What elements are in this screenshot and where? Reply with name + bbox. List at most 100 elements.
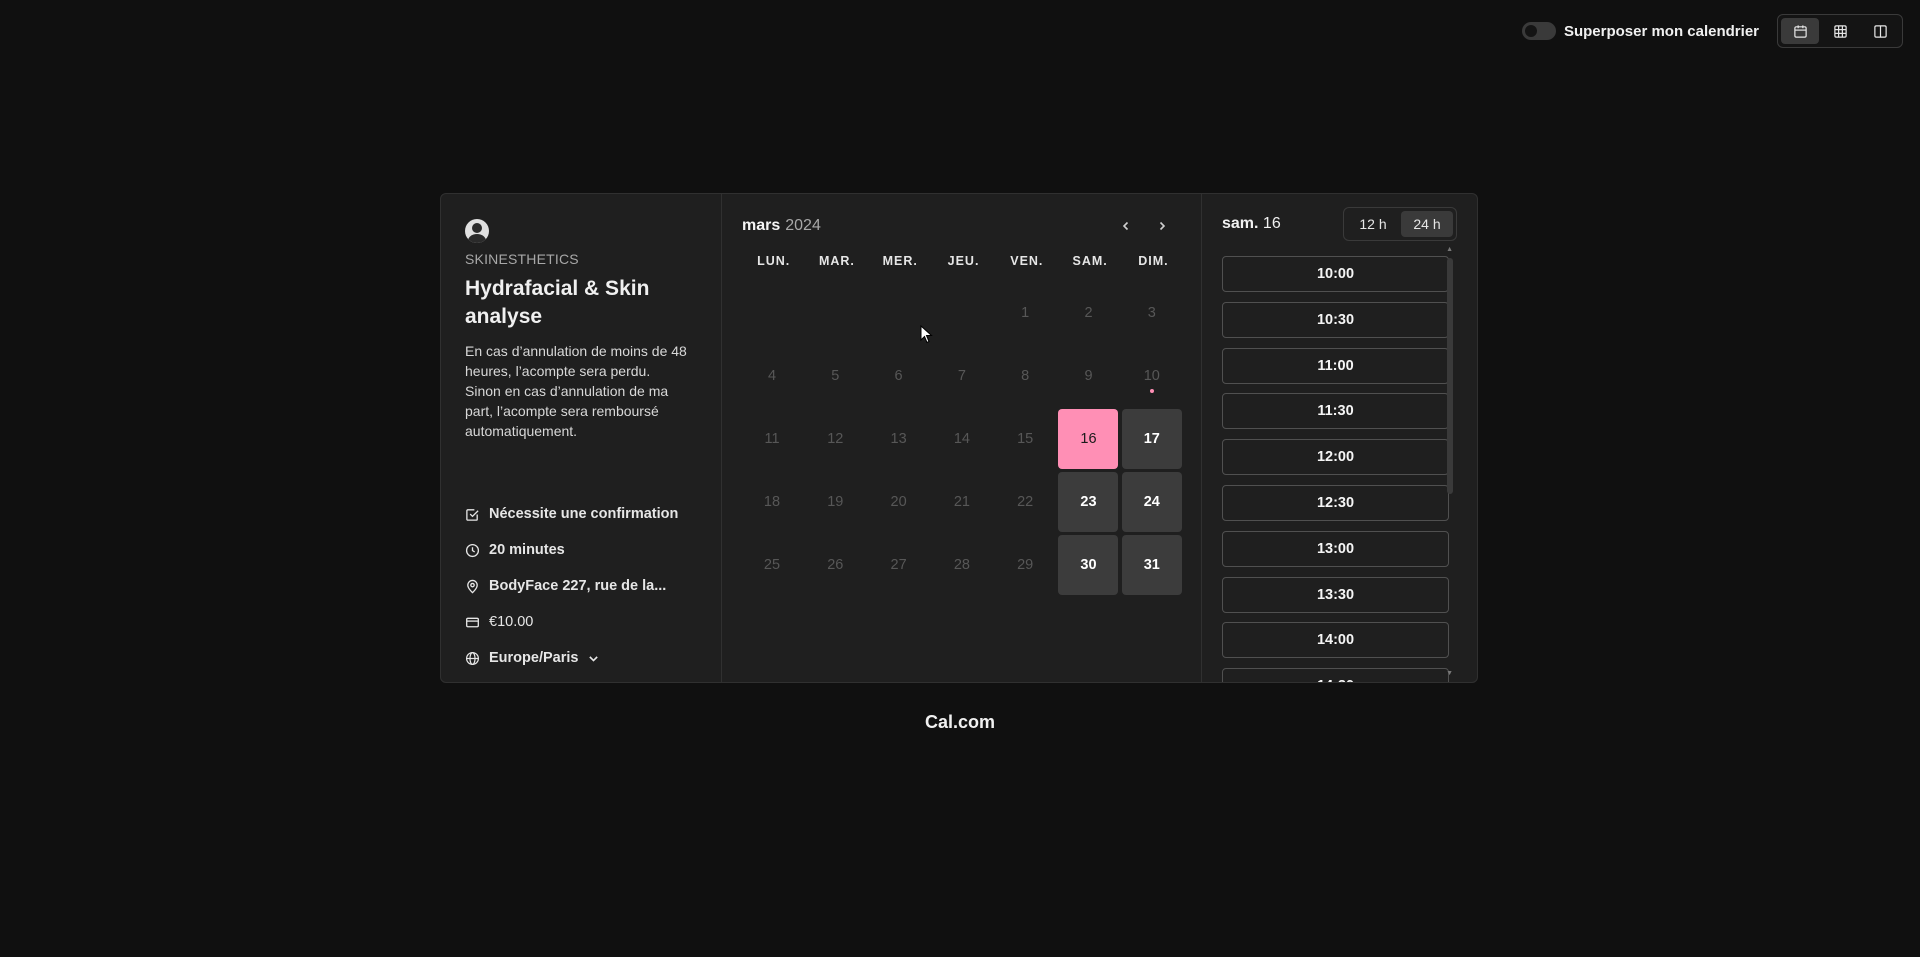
- day-23[interactable]: 23: [1058, 472, 1119, 532]
- day-16[interactable]: 16: [1058, 409, 1119, 469]
- day-27: 27: [869, 535, 929, 595]
- day-number: 6: [894, 368, 903, 384]
- calendar-month-icon: [1793, 24, 1807, 38]
- duration-row: 20 minutes: [465, 532, 678, 568]
- map-pin-icon: [467, 579, 478, 593]
- day-29: 29: [995, 535, 1055, 595]
- confirmation-text: Nécessite une confirmation: [489, 506, 679, 522]
- column-view-button[interactable]: [1861, 18, 1899, 44]
- day-number: 2: [1084, 305, 1093, 321]
- day-number: 11: [764, 431, 780, 447]
- clock-icon: [465, 543, 480, 557]
- weekday-label: SAM.: [1072, 254, 1108, 268]
- month-label: mars: [742, 217, 781, 234]
- month-view-button[interactable]: [1781, 18, 1819, 44]
- day-number: 4: [767, 368, 777, 384]
- day-21: 21: [932, 472, 992, 532]
- chevron-left-icon: [1122, 221, 1129, 231]
- day-number: 13: [890, 431, 907, 447]
- day-number: 24: [1143, 494, 1160, 510]
- time-slots-panel: sam. 16 12 h 24 h 10:00 10:30 11:00 11:30 12…: [1202, 194, 1477, 682]
- day-15: 15: [995, 409, 1055, 469]
- day-30[interactable]: 30: [1058, 535, 1119, 595]
- overlay-label: Superposer mon calendrier: [1563, 22, 1759, 40]
- day-24[interactable]: 24: [1121, 472, 1182, 532]
- day-number: 30: [1080, 557, 1097, 573]
- time-slot-button[interactable]: 11:30: [1222, 393, 1449, 430]
- weekday-label: DIM.: [1138, 254, 1169, 268]
- day-25: 25: [742, 535, 802, 595]
- day-number: 10: [1143, 368, 1160, 384]
- year-label: 2024: [785, 217, 821, 234]
- scroll-down-arrow[interactable]: ▼: [1446, 670, 1453, 677]
- day-19: 19: [805, 472, 865, 532]
- slot-list: 10:00 10:30 11:00 11:30 12:00 12:30 13:00 13:30…: [1222, 256, 1449, 682]
- day-number: 15: [1017, 431, 1034, 447]
- time-format-toggle: 12 h 24 h: [1343, 207, 1457, 241]
- day-28: 28: [932, 535, 992, 595]
- day-number: 26: [827, 557, 844, 573]
- overlay-calendar-toggle[interactable]: Superposer mon calendrier: [1521, 22, 1759, 40]
- timezone-selector[interactable]: Europe/Paris: [465, 640, 678, 676]
- day-14: 14: [932, 409, 992, 469]
- globe-icon: [465, 651, 480, 665]
- day-number: 3: [1147, 305, 1156, 321]
- day-number: 1: [1021, 305, 1030, 321]
- day-7: 7: [932, 346, 992, 406]
- day-8: 8: [995, 346, 1055, 406]
- day-31[interactable]: 31: [1121, 535, 1182, 595]
- date-picker: mars 2024 LUN. MAR. MER. JEU. VEN. SAM. DIM. 12…: [722, 194, 1202, 682]
- avatar: [465, 219, 489, 243]
- day-number: 25: [763, 557, 781, 573]
- location-row[interactable]: BodyFace 227, rue de la...: [465, 568, 678, 604]
- format-24h-button[interactable]: 24 h: [1401, 211, 1453, 237]
- day-26: 26: [805, 535, 865, 595]
- time-slot-button[interactable]: 12:00: [1222, 439, 1449, 476]
- location-text: BodyFace 227, rue de la...: [489, 578, 667, 594]
- day-1: 1: [995, 283, 1055, 343]
- time-slot-button[interactable]: 12:30: [1222, 484, 1449, 521]
- month-nav: [1113, 214, 1175, 238]
- column-view-icon: [1873, 24, 1887, 38]
- scroll-up-arrow[interactable]: ▲: [1446, 246, 1453, 253]
- week-view-button[interactable]: [1821, 18, 1859, 44]
- calendar-header: mars 2024: [742, 214, 1181, 238]
- time-slot-button[interactable]: 14:30: [1222, 668, 1449, 682]
- duration-text: 20 minutes: [489, 542, 565, 558]
- day-number: 23: [1080, 494, 1097, 510]
- organizer-name: SKINESTHETICS: [465, 251, 579, 267]
- time-slot-button[interactable]: 10:00: [1222, 256, 1449, 292]
- weekday-label: MAR.: [818, 254, 855, 268]
- event-title: Hydrafacial & Skin analyse: [465, 277, 650, 328]
- time-slot-button[interactable]: 13:30: [1222, 576, 1449, 613]
- booker-card: SKINESTHETICS Hydrafacial & Skin analyse…: [440, 193, 1478, 683]
- weekday-label: JEU.: [947, 254, 980, 268]
- day-number: 9: [1084, 368, 1093, 384]
- time-slot-button[interactable]: 10:30: [1222, 301, 1449, 338]
- event-meta: Nécessite une confirmation 20 minutes Bo…: [465, 496, 678, 676]
- selected-day-number: 16: [1262, 215, 1281, 232]
- overlay-switch[interactable]: [1521, 22, 1556, 40]
- day-22: 22: [995, 472, 1055, 532]
- prev-month-button[interactable]: [1113, 214, 1139, 238]
- confirmation-row: Nécessite une confirmation: [465, 496, 678, 532]
- day-blank: [742, 283, 802, 343]
- month-year-label: mars 2024: [742, 217, 821, 235]
- day-number: 27: [890, 557, 907, 573]
- next-month-button[interactable]: [1149, 214, 1175, 238]
- format-12h-button[interactable]: 12 h: [1347, 211, 1399, 237]
- event-description: En cas d’annulation de moins de 48 heure…: [465, 343, 687, 439]
- time-slot-button[interactable]: 14:00: [1222, 622, 1449, 659]
- day-number: 28: [953, 557, 970, 573]
- day-17[interactable]: 17: [1121, 409, 1182, 469]
- time-slot-button[interactable]: 13:00: [1222, 530, 1449, 567]
- calendar-week-grid-icon: [1833, 24, 1847, 38]
- weekday-header: LUN. MAR. MER. JEU. VEN. SAM. DIM.: [742, 251, 1181, 271]
- chevron-right-icon: [1159, 221, 1166, 231]
- slots-scrollbar[interactable]: [1447, 258, 1453, 494]
- time-slot-button[interactable]: 11:00: [1222, 347, 1449, 384]
- day-number: 29: [1017, 557, 1034, 573]
- day-4: 4: [742, 346, 802, 406]
- day-number: 16: [1080, 431, 1097, 447]
- brand-footer[interactable]: Cal.com: [0, 712, 1920, 733]
